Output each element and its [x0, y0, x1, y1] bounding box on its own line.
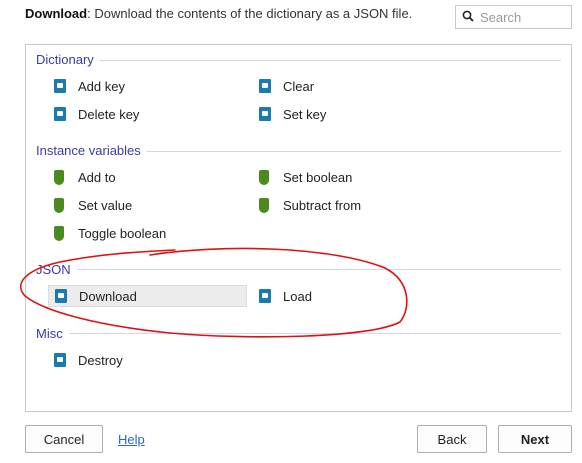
action-add-to[interactable]: Add to	[48, 166, 241, 188]
section-divider	[36, 333, 561, 334]
action-label: Clear	[283, 78, 315, 94]
action-set-key[interactable]: Set key	[253, 103, 446, 125]
cancel-button[interactable]: Cancel	[25, 425, 103, 453]
action-toggle-boolean[interactable]: Toggle boolean	[48, 222, 241, 244]
action-label: Toggle boolean	[78, 225, 167, 241]
action-set-value[interactable]: Set value	[48, 194, 241, 216]
document-icon	[54, 107, 68, 121]
action-label: Subtract from	[283, 197, 362, 213]
action-download[interactable]: Download	[48, 285, 247, 307]
action-label: Download	[79, 288, 137, 304]
action-label: Set value	[78, 197, 133, 213]
action-description-text: : Download the contents of the dictionar…	[87, 6, 413, 21]
search-input[interactable]: Search	[455, 5, 572, 29]
action-label: Add key	[78, 78, 125, 94]
document-icon	[259, 79, 273, 93]
section-title-misc: Misc	[36, 326, 69, 341]
action-subtract-from[interactable]: Subtract from	[253, 194, 446, 216]
search-icon	[462, 10, 480, 25]
shield-icon	[54, 170, 68, 185]
action-label: Load	[283, 288, 312, 304]
action-list-panel: Dictionary Add key Clear Delete key Set …	[25, 44, 572, 412]
action-description: Download: Download the contents of the d…	[25, 6, 412, 21]
section-title-json: JSON	[36, 262, 77, 277]
action-name: Download	[25, 6, 88, 21]
section-divider	[36, 269, 561, 270]
action-label: Destroy	[78, 352, 123, 368]
action-load[interactable]: Load	[253, 285, 446, 307]
action-label: Delete key	[78, 106, 140, 122]
action-clear[interactable]: Clear	[253, 75, 446, 97]
section-title-dictionary: Dictionary	[36, 52, 100, 67]
section-divider	[36, 60, 561, 61]
document-icon	[54, 79, 68, 93]
back-button[interactable]: Back	[417, 425, 487, 453]
action-label: Add to	[78, 169, 116, 185]
document-icon	[55, 289, 69, 303]
action-destroy[interactable]: Destroy	[48, 349, 241, 371]
action-label: Set boolean	[283, 169, 353, 185]
document-icon	[54, 353, 68, 367]
action-set-boolean[interactable]: Set boolean	[253, 166, 446, 188]
next-button[interactable]: Next	[498, 425, 572, 453]
document-icon	[259, 289, 273, 303]
action-add-key[interactable]: Add key	[48, 75, 241, 97]
help-link[interactable]: Help	[118, 432, 145, 447]
search-placeholder: Search	[480, 9, 522, 25]
section-title-instance-variables: Instance variables	[36, 143, 147, 158]
document-icon	[259, 107, 273, 121]
action-delete-key[interactable]: Delete key	[48, 103, 241, 125]
shield-icon	[259, 170, 273, 185]
shield-icon	[54, 226, 68, 241]
action-label: Set key	[283, 106, 327, 122]
shield-icon	[54, 198, 68, 213]
dialog: Download: Download the contents of the d…	[0, 0, 582, 463]
shield-icon	[259, 198, 273, 213]
